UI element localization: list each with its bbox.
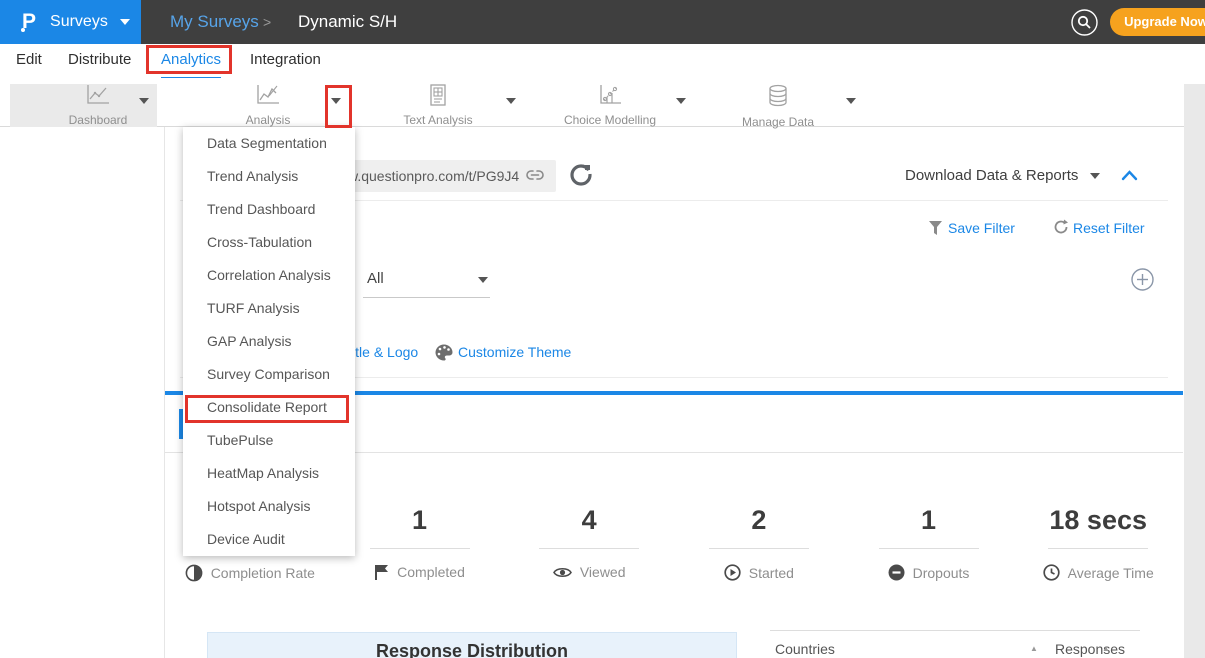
segment-select-caret-icon [478, 277, 488, 283]
play-circle-icon [724, 564, 741, 581]
questionpro-analytics-page: P Surveys My Surveys > Dynamic S/H Upgra… [0, 0, 1205, 658]
segment-select-underline [363, 297, 490, 298]
menu-item-trend-analysis[interactable]: Trend Analysis [183, 160, 355, 193]
stat-label: Completion Rate [211, 565, 315, 581]
toolbar-text-analysis[interactable]: Text Analysis [363, 84, 513, 127]
toolbar-dashboard[interactable]: Dashboard [23, 84, 173, 127]
toolbar-choice-modelling-label: Choice Modelling [535, 113, 685, 127]
page-right-gutter [1184, 84, 1205, 658]
manage-data-dropdown-caret[interactable] [846, 98, 856, 104]
completion-rate-icon [185, 564, 203, 582]
scatter-chart-icon [597, 84, 623, 106]
toolbar-analysis-label: Analysis [193, 113, 343, 127]
analysis-dropdown-menu: Data Segmentation Trend Analysis Trend D… [183, 127, 355, 556]
menu-item-correlation-analysis[interactable]: Correlation Analysis [183, 259, 355, 292]
clock-icon [1043, 564, 1060, 581]
menu-item-cross-tabulation[interactable]: Cross-Tabulation [183, 226, 355, 259]
tab-edit[interactable]: Edit [16, 44, 42, 76]
stat-value: 1 [335, 505, 505, 538]
reset-filter-button[interactable]: Reset Filter [1073, 220, 1145, 236]
line-chart-icon [85, 84, 111, 106]
stat-dropouts: 1 Dropouts [844, 460, 1014, 582]
save-filter-button[interactable]: Save Filter [948, 220, 1015, 236]
customize-theme-link[interactable]: Customize Theme [458, 344, 571, 360]
minus-circle-icon [888, 564, 905, 581]
eye-icon [553, 566, 572, 579]
menu-item-gap-analysis[interactable]: GAP Analysis [183, 325, 355, 358]
stat-value: 18 secs [1013, 505, 1183, 538]
questionpro-logo-icon: P [22, 10, 36, 34]
analysis-chart-icon [255, 84, 281, 106]
stat-value: 2 [674, 505, 844, 538]
tab-distribute[interactable]: Distribute [68, 44, 131, 76]
chevron-down-icon [120, 19, 130, 25]
survey-url-field[interactable]: w.questionpro.com/t/PG9J4 [340, 160, 556, 192]
sort-icon[interactable]: ▲ [1102, 644, 1110, 653]
stat-completed: 1 Completed [335, 460, 505, 582]
sort-icon[interactable]: ▲ [1030, 644, 1038, 653]
title-logo-link[interactable]: Title & Logo [344, 344, 418, 360]
stat-average-time: 18 secs Average Time [1013, 460, 1183, 582]
text-analysis-dropdown-caret[interactable] [506, 98, 516, 104]
response-distribution-header: Response Distribution [207, 632, 737, 658]
countries-table-top-border [770, 630, 1140, 631]
stat-label: Started [749, 565, 794, 581]
toolbar-choice-modelling[interactable]: Choice Modelling [535, 84, 685, 127]
product-switcher[interactable]: P Surveys [0, 0, 141, 44]
stat-started: 2 Started [674, 460, 844, 582]
menu-item-device-audit[interactable]: Device Audit [183, 523, 355, 556]
stat-label: Viewed [580, 564, 626, 580]
annotation-box-analytics-tab [146, 45, 232, 74]
collapse-chevron-up-icon[interactable] [1121, 169, 1138, 181]
breadcrumb-survey-name: Dynamic S/H [298, 0, 397, 44]
survey-url-text: w.questionpro.com/t/PG9J4 [348, 168, 519, 184]
dashboard-dropdown-caret[interactable] [139, 98, 149, 104]
countries-column-header[interactable]: Countries [775, 641, 835, 657]
menu-item-trend-dashboard[interactable]: Trend Dashboard [183, 193, 355, 226]
menu-item-heatmap-analysis[interactable]: HeatMap Analysis [183, 457, 355, 490]
download-caret-icon [1090, 173, 1100, 179]
stat-value: 1 [844, 505, 1014, 538]
responses-column-header[interactable]: Responses [1055, 641, 1125, 657]
stat-label: Completed [397, 564, 465, 580]
add-filter-plus-icon[interactable] [1131, 268, 1154, 291]
stat-value: 4 [504, 505, 674, 538]
toolbar-manage-data[interactable]: Manage Data [703, 84, 853, 129]
stat-label: Dropouts [913, 565, 970, 581]
breadcrumb-my-surveys[interactable]: My Surveys [170, 0, 259, 44]
database-icon [766, 84, 790, 108]
breadcrumb-separator: > [263, 0, 271, 44]
search-icon[interactable] [1071, 9, 1098, 36]
palette-icon [435, 344, 453, 361]
toolbar-text-analysis-label: Text Analysis [363, 113, 513, 127]
product-name: Surveys [50, 13, 108, 31]
toolbar-analysis[interactable]: Analysis [193, 84, 343, 127]
stat-label: Average Time [1068, 565, 1154, 581]
link-icon[interactable] [525, 170, 545, 182]
choice-modelling-dropdown-caret[interactable] [676, 98, 686, 104]
filter-funnel-icon [929, 221, 942, 235]
reset-refresh-icon [1053, 219, 1069, 235]
annotation-box-analysis-caret [325, 85, 352, 128]
download-data-reports-button[interactable]: Download Data & Reports [905, 167, 1078, 184]
flag-icon [374, 564, 389, 580]
stat-viewed: 4 Viewed [504, 460, 674, 582]
toolbar-manage-data-label: Manage Data [703, 115, 853, 129]
globe-share-icon[interactable] [570, 164, 592, 186]
menu-item-hotspot-analysis[interactable]: Hotspot Analysis [183, 490, 355, 523]
segment-select[interactable]: All [367, 270, 384, 287]
menu-item-survey-comparison[interactable]: Survey Comparison [183, 358, 355, 391]
document-grid-icon [427, 84, 449, 106]
menu-item-turf-analysis[interactable]: TURF Analysis [183, 292, 355, 325]
tab-integration[interactable]: Integration [250, 44, 321, 76]
annotation-box-consolidate-report [185, 395, 349, 423]
upgrade-now-button[interactable]: Upgrade Now [1110, 8, 1205, 36]
toolbar-dashboard-label: Dashboard [23, 113, 173, 127]
menu-item-data-segmentation[interactable]: Data Segmentation [183, 127, 355, 160]
top-bar: P Surveys My Surveys > Dynamic S/H Upgra… [0, 0, 1205, 44]
menu-item-tubepulse[interactable]: TubePulse [183, 424, 355, 457]
